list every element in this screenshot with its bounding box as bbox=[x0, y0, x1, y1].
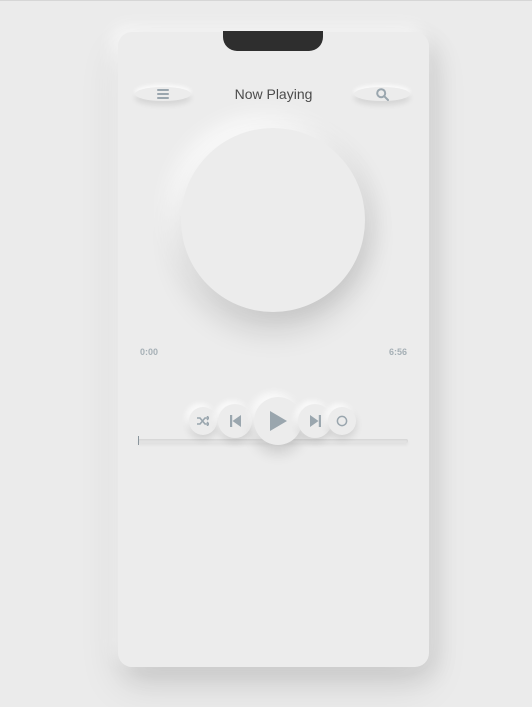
skip-next-icon bbox=[309, 415, 321, 427]
current-time: 0:00 bbox=[140, 347, 159, 357]
shuffle-icon bbox=[197, 416, 209, 426]
play-icon bbox=[269, 411, 287, 431]
search-button[interactable] bbox=[354, 87, 410, 101]
play-button[interactable] bbox=[254, 397, 302, 445]
skip-previous-icon bbox=[229, 415, 241, 427]
album-art bbox=[181, 128, 365, 312]
previous-button[interactable] bbox=[218, 404, 252, 438]
phone-notch bbox=[223, 31, 323, 51]
next-button[interactable] bbox=[298, 404, 332, 438]
track-duration: 6:56 bbox=[388, 347, 407, 357]
player-screen: Now Playing 0:00 6:56 bbox=[118, 31, 429, 667]
repeat-button[interactable] bbox=[328, 407, 356, 435]
progress-handle[interactable] bbox=[138, 436, 139, 445]
search-icon bbox=[375, 87, 389, 101]
shuffle-button[interactable] bbox=[189, 407, 217, 435]
repeat-icon bbox=[336, 415, 348, 427]
